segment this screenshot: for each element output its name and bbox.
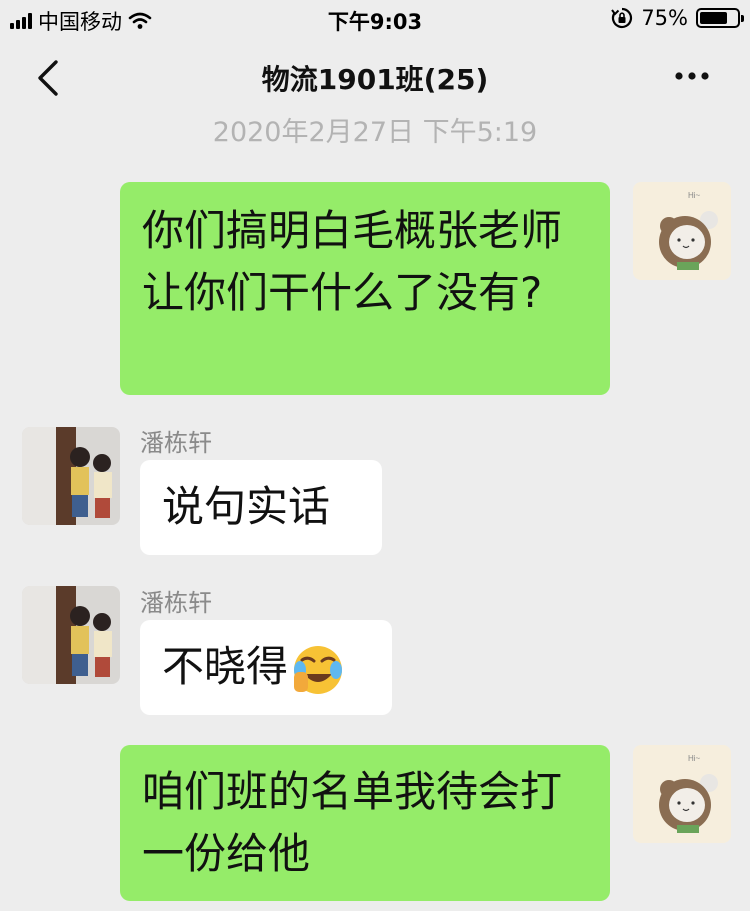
message-text: 说句实话 — [162, 482, 331, 531]
battery-fill — [700, 12, 727, 24]
avatar-self[interactable]: Hi~ — [633, 745, 731, 843]
message-timestamp: 2020年2月27日 下午5:19 — [212, 117, 538, 148]
chat-title: 物流1901班(25) — [261, 63, 489, 96]
message-text: 咱们班的名单我待会打一份给他 — [142, 767, 563, 878]
bear-avatar-icon: Hi~ — [633, 745, 731, 843]
message-bubble-incoming[interactable]: 说句实话 — [140, 460, 382, 555]
face-with-tears-of-joy-icon — [294, 645, 343, 694]
chat-header: 物流1901班(25) — [0, 38, 750, 118]
status-bar: 中国移动 下午9:03 75% — [0, 0, 750, 38]
more-dots-icon[interactable] — [674, 70, 710, 82]
battery-percent: 75% — [641, 6, 688, 30]
message-text: 不晓得 — [162, 642, 289, 691]
svg-text:Hi~: Hi~ — [688, 191, 701, 200]
rotation-lock-icon — [611, 7, 633, 29]
avatar-sender[interactable] — [22, 427, 120, 525]
bear-avatar-icon: Hi~ — [633, 182, 731, 280]
sender-name: 潘栋轩 — [140, 429, 212, 457]
battery-icon — [696, 8, 744, 28]
message-bubble-outgoing[interactable]: 咱们班的名单我待会打一份给他 — [120, 745, 610, 901]
message-bubble-incoming[interactable]: 不晓得 — [140, 620, 392, 715]
status-right: 75% — [611, 6, 744, 30]
avatar-self[interactable]: Hi~ — [633, 182, 731, 280]
avatar-sender[interactable] — [22, 586, 120, 684]
message-text: 你们搞明白毛概张老师让你们干什么了没有? — [142, 206, 563, 317]
photo-avatar-icon — [22, 427, 120, 525]
sender-name: 潘栋轩 — [140, 589, 212, 617]
message-bubble-outgoing[interactable]: 你们搞明白毛概张老师让你们干什么了没有? — [120, 182, 610, 395]
svg-text:Hi~: Hi~ — [688, 754, 701, 763]
photo-avatar-icon — [22, 586, 120, 684]
